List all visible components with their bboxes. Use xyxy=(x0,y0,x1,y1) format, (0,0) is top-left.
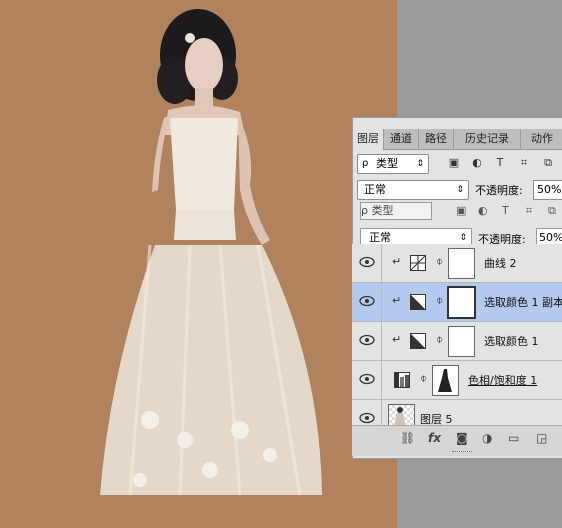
layer-row[interactable]: ↵ ⌽ 选取颜色 1 xyxy=(352,322,562,361)
eye-icon[interactable] xyxy=(359,373,375,385)
eye-icon[interactable] xyxy=(359,334,375,346)
layer-mask-thumbnail[interactable] xyxy=(448,248,475,279)
curves-icon xyxy=(410,255,426,271)
filter-label: 类型 xyxy=(376,157,398,170)
adjustment-icon[interactable]: ◑ xyxy=(482,431,492,445)
divider xyxy=(381,244,382,282)
eye-icon[interactable] xyxy=(359,256,375,268)
resize-grip[interactable] xyxy=(452,451,472,454)
link-icon[interactable]: ⌽ xyxy=(420,371,427,386)
layer-filter-select[interactable]: ρ 类型 ⇕ xyxy=(357,154,429,174)
clip-arrow-icon: ↵ xyxy=(392,255,402,268)
tab-history[interactable]: 历史记录 xyxy=(454,129,521,149)
layer-row-selected[interactable]: ↵ ⌽ 选取颜色 1 副本 xyxy=(352,283,562,322)
adjustment-filter-icon[interactable]: ◐ xyxy=(470,156,484,170)
link-icon[interactable]: ⌽ xyxy=(436,254,443,269)
image-filter-icon[interactable]: ▣ xyxy=(447,156,461,170)
clip-arrow-icon: ↵ xyxy=(392,294,402,307)
search-icon: ρ xyxy=(362,158,369,169)
text-filter-icon: T xyxy=(502,204,509,217)
eye-icon[interactable] xyxy=(359,412,375,424)
layer-name[interactable]: 选取颜色 1 副本 xyxy=(484,294,562,310)
image-filter-icon: ▣ xyxy=(456,204,467,217)
link-icon[interactable]: ⛓ xyxy=(400,431,415,445)
link-icon[interactable]: ⌽ xyxy=(436,332,443,347)
opacity-input[interactable]: 50% xyxy=(533,180,562,200)
layer-row[interactable]: ⌽ 色相/饱和度 1 xyxy=(352,361,562,400)
tab-paths[interactable]: 路径 xyxy=(419,129,454,149)
selective-color-icon xyxy=(410,333,426,349)
blend-mode-select[interactable]: 正常 ⇕ xyxy=(357,180,469,200)
text-filter-icon[interactable]: T xyxy=(493,156,507,170)
divider xyxy=(381,283,382,321)
updown-icon: ⇕ xyxy=(416,159,424,169)
selective-color-icon xyxy=(410,294,426,310)
layers-panel-footer: ⛓ fx ◙ ◑ ▭ ◲ xyxy=(352,425,562,456)
layer-name[interactable]: 曲线 2 xyxy=(484,255,517,271)
tab-layers[interactable]: 图层 xyxy=(353,129,384,150)
tab-actions[interactable]: 动作 xyxy=(521,129,562,149)
duplicate-panel-header: ρ 类型 ▣ ◐ T ⌗ ⧉ 正常 ⇕ 不透明度: 50% xyxy=(360,200,562,250)
hue-saturation-icon xyxy=(394,372,410,388)
shape-filter-icon: ⌗ xyxy=(526,204,533,217)
layer-mask-thumbnail[interactable] xyxy=(448,326,475,357)
layer-name[interactable]: 选取颜色 1 xyxy=(484,333,539,349)
blend-mode-value: 正常 xyxy=(364,183,386,196)
folder-icon[interactable]: ▭ xyxy=(508,431,519,445)
layer-mask-thumbnail[interactable] xyxy=(447,286,476,319)
fx-icon[interactable]: fx xyxy=(428,431,441,445)
blend-row: 正常 ⇕ 不透明度: 50% xyxy=(357,180,562,200)
updown-icon: ⇕ xyxy=(456,185,464,195)
smart-object-filter-icon[interactable]: ⧉ xyxy=(541,156,555,170)
mask-silhouette xyxy=(438,369,452,392)
ghost-filter-select: ρ 类型 xyxy=(360,202,432,220)
divider xyxy=(381,322,382,360)
adjustment-filter-icon: ◐ xyxy=(478,204,488,217)
document-canvas[interactable] xyxy=(0,0,397,528)
add-mask-icon[interactable]: ◙ xyxy=(456,431,468,445)
layer-name[interactable]: 色相/饱和度 1 xyxy=(468,372,537,388)
opacity-label: 不透明度: xyxy=(475,184,523,197)
link-icon[interactable]: ⌽ xyxy=(436,293,443,308)
layer-mask-thumbnail[interactable] xyxy=(432,365,459,396)
shape-filter-icon[interactable]: ⌗ xyxy=(517,156,531,170)
layer-row[interactable]: ↵ ⌽ 曲线 2 xyxy=(352,244,562,283)
filter-row: ρ 类型 ⇕ ▣ ◐ T ⌗ ⧉ xyxy=(357,154,562,174)
clip-arrow-icon: ↵ xyxy=(392,333,402,346)
smart-object-filter-icon: ⧉ xyxy=(548,204,556,217)
tab-channels[interactable]: 通道 xyxy=(384,129,419,149)
eye-icon[interactable] xyxy=(359,295,375,307)
panel-tabs: 图层 通道 路径 历史记录 动作 xyxy=(353,129,562,150)
bride-image xyxy=(100,9,322,496)
new-layer-icon[interactable]: ◲ xyxy=(536,431,547,445)
divider xyxy=(381,361,382,399)
